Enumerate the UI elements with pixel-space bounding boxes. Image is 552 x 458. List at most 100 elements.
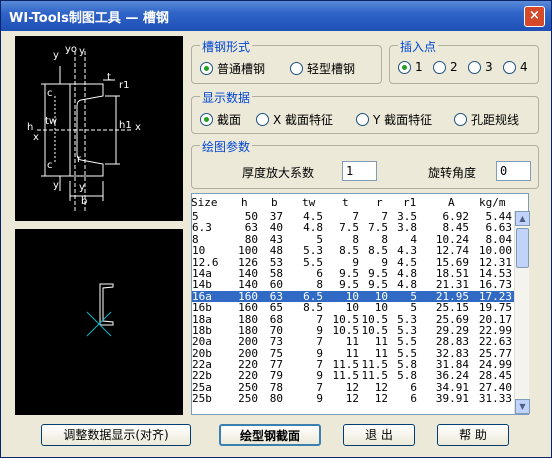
draw-params-legend: 绘图参数 xyxy=(200,138,253,155)
title-bar[interactable]: WI-Tools制图工具 — 槽钢 × xyxy=(1,1,551,31)
section-table-list[interactable]: 5 50 37 4.5 7 7 3.5 6.92 5.44 6.3 63 40 4.8 7.5 7.5 3.8… xyxy=(192,211,514,414)
column-header: Size xyxy=(191,196,218,209)
radio-indicator[interactable] xyxy=(468,60,481,74)
table-cell: 16b xyxy=(192,301,212,315)
insert-point-legend: 插入点 xyxy=(398,38,439,55)
column-header: A xyxy=(448,196,455,209)
radio-y-properties[interactable]: Y 截面特征 xyxy=(356,111,432,128)
radio-indicator[interactable] xyxy=(503,60,516,74)
radio-light-channel[interactable]: 轻型槽钢 xyxy=(290,60,355,77)
display-data-legend: 显示数据 xyxy=(200,89,253,106)
radio-indicator[interactable] xyxy=(356,113,369,126)
table-cell: 7 xyxy=(316,335,323,349)
radio-insert-4[interactable]: 4 xyxy=(503,60,528,74)
table-cell: 5.3 xyxy=(303,244,323,258)
close-button[interactable]: × xyxy=(524,6,545,27)
table-header: Size h b tw t r r1 A kg/m xyxy=(191,194,529,210)
scroll-thumb[interactable] xyxy=(516,228,529,268)
column-header: t xyxy=(342,196,349,209)
rotation-angle-label: 旋转角度 xyxy=(428,166,477,180)
adjust-display-button[interactable]: 调整数据显示(对齐) xyxy=(41,424,191,446)
label-r: r xyxy=(77,154,82,165)
help-button[interactable]: 帮 助 xyxy=(437,424,509,446)
table-cell: 19.75 xyxy=(478,301,512,315)
radio-insert-1[interactable]: 1 xyxy=(398,60,423,74)
table-cell: 11 xyxy=(374,335,388,349)
section-type-legend: 槽钢形式 xyxy=(200,38,253,55)
display-data-group: 显示数据 截面 X 截面特征 Y 截面特征 孔距规线 xyxy=(191,89,539,134)
table-cell: 250 xyxy=(238,392,258,406)
tool-window: WI-Tools制图工具 — 槽钢 × yo y y t r1 h h1 tw … xyxy=(0,0,552,458)
table-cell: 10 xyxy=(374,301,388,315)
table-cell: 6 xyxy=(410,392,417,406)
thickness-factor-input[interactable]: 1 xyxy=(342,161,377,181)
insert-point-group: 插入点 1 2 3 4 xyxy=(389,38,539,84)
table-cell: 10.00 xyxy=(478,244,512,258)
radio-x-properties[interactable]: X 截面特征 xyxy=(256,111,333,128)
section-preview-panel xyxy=(15,229,183,415)
radio-label: 轻型槽钢 xyxy=(307,62,356,76)
radio-label: 截面 xyxy=(217,113,242,127)
radio-hole-gauge[interactable]: 孔距规线 xyxy=(454,111,519,128)
exit-button[interactable]: 退 出 xyxy=(343,424,415,446)
radio-indicator[interactable] xyxy=(398,60,411,74)
table-cell: 31.33 xyxy=(478,392,512,406)
radio-label: 1 xyxy=(415,60,423,74)
label-x-right: x xyxy=(135,122,141,133)
channel-diagram-panel: yo y y t r1 h h1 tw x x c c r y y b xyxy=(15,36,183,221)
table-cell: 11 xyxy=(345,335,359,349)
radio-indicator[interactable] xyxy=(433,60,446,74)
table-cell: 200 xyxy=(238,335,258,349)
table-cell: 73 xyxy=(269,335,283,349)
table-cell: 12 xyxy=(345,392,359,406)
table-cell: 12.74 xyxy=(435,244,469,258)
draw-section-button[interactable]: 绘型钢截面 xyxy=(219,424,321,446)
table-cell: 25.15 xyxy=(435,301,469,315)
table-cell: 5 xyxy=(410,301,417,315)
label-tw: tw xyxy=(45,116,58,127)
radio-indicator[interactable] xyxy=(256,113,269,126)
table-row[interactable]: 20a 200 73 7 11 11 5.5 28.83 22.63 xyxy=(192,335,514,349)
table-cell: 80 xyxy=(269,392,283,406)
table-row[interactable]: 25b 250 80 9 12 12 6 39.91 31.33 xyxy=(192,392,514,406)
table-cell: 8.5 xyxy=(368,244,388,258)
label-y-bot2: y xyxy=(79,182,85,193)
radio-standard-channel[interactable]: 普通槽钢 xyxy=(200,60,265,77)
radio-insert-2[interactable]: 2 xyxy=(433,60,458,74)
table-cell: 5.5 xyxy=(397,335,417,349)
table-row[interactable]: 16b 160 65 8.5 10 10 5 25.15 19.75 xyxy=(192,301,514,315)
table-row[interactable]: 10 100 48 5.3 8.5 8.5 4.3 12.74 10.00 xyxy=(192,244,514,258)
table-cell: 10 xyxy=(345,301,359,315)
column-header: h xyxy=(241,196,248,209)
label-b: b xyxy=(81,196,88,207)
label-y-bot: y xyxy=(53,180,59,191)
column-header: r1 xyxy=(403,196,417,209)
table-cell: 39.91 xyxy=(435,392,469,406)
radio-insert-3[interactable]: 3 xyxy=(468,60,493,74)
section-type-group: 槽钢形式 普通槽钢 轻型槽钢 xyxy=(191,38,382,84)
label-y-top2: y xyxy=(79,46,85,57)
section-preview-drawing xyxy=(86,283,114,337)
table-scrollbar[interactable]: ▲ ▼ xyxy=(514,211,530,414)
channel-dimension-diagram xyxy=(37,51,133,211)
label-y-top: y xyxy=(53,50,59,61)
table-cell: 10 xyxy=(192,244,206,258)
radio-label: 4 xyxy=(520,60,528,74)
rotation-angle-input[interactable]: 0 xyxy=(496,161,531,181)
label-r1: r1 xyxy=(119,80,130,91)
table-cell: 8.5 xyxy=(303,301,323,315)
radio-indicator[interactable] xyxy=(200,62,213,75)
label-c-top: c xyxy=(47,88,53,99)
table-cell: 12 xyxy=(374,392,388,406)
table-cell: 160 xyxy=(238,301,258,315)
radio-indicator[interactable] xyxy=(454,113,467,126)
label-h1: h1 xyxy=(119,120,132,131)
radio-indicator[interactable] xyxy=(290,62,303,75)
radio-indicator[interactable] xyxy=(200,113,213,126)
scroll-down-button[interactable]: ▼ xyxy=(515,399,530,414)
scroll-up-button[interactable]: ▲ xyxy=(515,211,530,226)
radio-section[interactable]: 截面 xyxy=(200,111,241,128)
radio-label: 普通槽钢 xyxy=(217,62,266,76)
radio-label: X 截面特征 xyxy=(273,113,334,127)
thickness-factor-label: 厚度放大系数 xyxy=(242,166,315,180)
